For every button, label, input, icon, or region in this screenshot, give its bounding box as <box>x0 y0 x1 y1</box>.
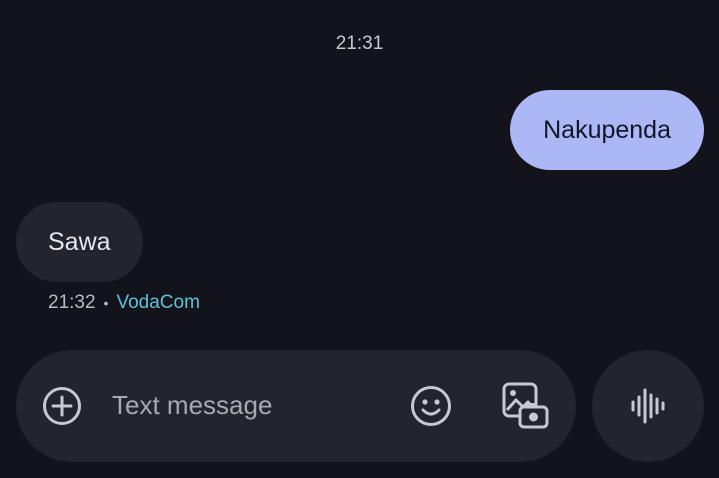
incoming-message-meta: 21:32 • VodaCom <box>48 292 200 314</box>
emoji-icon[interactable] <box>410 385 452 427</box>
messaging-screen: 21:31 Nakupenda Sawa 21:32 • VodaCom Tex… <box>0 0 719 478</box>
incoming-message-text: Sawa <box>48 227 111 256</box>
meta-separator: • <box>103 295 109 311</box>
voice-waveform-icon <box>628 386 668 426</box>
text-message-input[interactable]: Text message <box>112 390 272 421</box>
add-circle-icon[interactable] <box>42 386 82 426</box>
outgoing-message-text: Nakupenda <box>543 115 671 144</box>
carrier-label: VodaCom <box>116 292 200 313</box>
conversation-timestamp: 21:31 <box>335 33 384 54</box>
voice-message-button[interactable] <box>592 350 704 462</box>
incoming-message-bubble[interactable]: Sawa <box>16 202 143 282</box>
compose-bar: Text message <box>16 350 576 462</box>
gallery-icon[interactable] <box>501 381 551 431</box>
incoming-message-time: 21:32 <box>48 292 96 313</box>
outgoing-message-bubble[interactable]: Nakupenda <box>510 90 704 170</box>
